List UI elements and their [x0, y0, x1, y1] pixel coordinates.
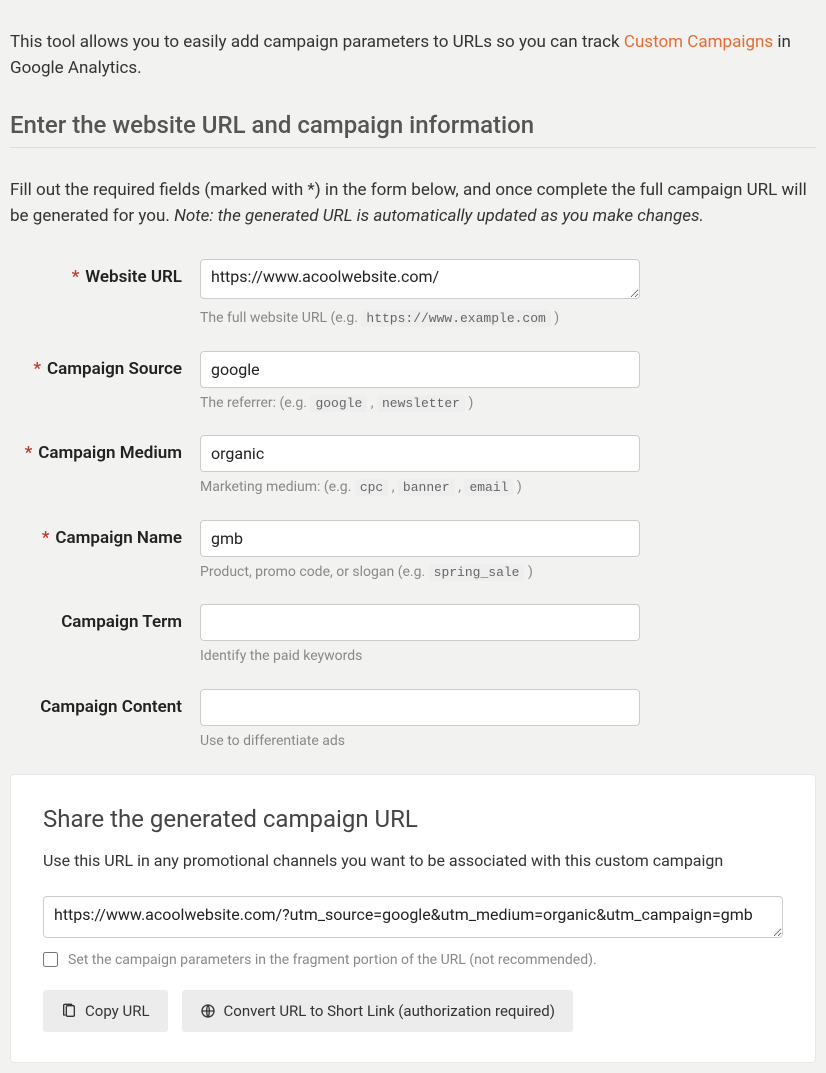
fragment-checkbox[interactable]	[43, 952, 58, 967]
term-help: Identify the paid keywords	[200, 647, 640, 667]
name-input[interactable]	[200, 520, 640, 557]
medium-help: Marketing medium: (e.g. cpc , banner , e…	[200, 478, 640, 498]
clipboard-icon	[61, 1003, 77, 1019]
divider	[10, 147, 816, 148]
generated-url-output[interactable]: https://www.acoolwebsite.com/?utm_source…	[43, 896, 783, 938]
share-panel: Share the generated campaign URL Use thi…	[10, 774, 816, 1063]
source-label: *Campaign Source	[10, 351, 200, 379]
fragment-label: Set the campaign parameters in the fragm…	[68, 952, 597, 968]
field-row-source: *Campaign Source The referrer: (e.g. goo…	[10, 351, 816, 414]
section-heading: Enter the website URL and campaign infor…	[10, 111, 816, 139]
field-row-name: *Campaign Name Product, promo code, or s…	[10, 520, 816, 583]
source-help: The referrer: (e.g. google , newsletter …	[200, 394, 640, 414]
copy-url-button[interactable]: Copy URL	[43, 990, 168, 1032]
custom-campaigns-link[interactable]: Custom Campaigns	[624, 32, 773, 52]
term-input[interactable]	[200, 604, 640, 641]
url-label: *Website URL	[10, 259, 200, 287]
content-help: Use to differentiate ads	[200, 732, 640, 752]
url-input[interactable]: https://www.acoolwebsite.com/	[200, 259, 640, 299]
field-row-term: Campaign Term Identify the paid keywords	[10, 604, 816, 667]
campaign-form: *Website URL https://www.acoolwebsite.co…	[10, 259, 816, 752]
instructions-text: Fill out the required fields (marked wit…	[10, 178, 816, 229]
name-label: *Campaign Name	[10, 520, 200, 548]
term-label: Campaign Term	[10, 604, 200, 632]
medium-input[interactable]	[200, 435, 640, 472]
field-row-medium: *Campaign Medium Marketing medium: (e.g.…	[10, 435, 816, 498]
url-help: The full website URL (e.g. https://www.e…	[200, 309, 640, 329]
field-row-content: Campaign Content Use to differentiate ad…	[10, 689, 816, 752]
share-desc: Use this URL in any promotional channels…	[43, 851, 783, 870]
link-icon	[200, 1003, 216, 1019]
source-input[interactable]	[200, 351, 640, 388]
content-label: Campaign Content	[10, 689, 200, 717]
name-help: Product, promo code, or slogan (e.g. spr…	[200, 563, 640, 583]
intro-text: This tool allows you to easily add campa…	[10, 30, 816, 81]
field-row-url: *Website URL https://www.acoolwebsite.co…	[10, 259, 816, 329]
convert-shortlink-button[interactable]: Convert URL to Short Link (authorization…	[182, 990, 573, 1032]
medium-label: *Campaign Medium	[10, 435, 200, 463]
share-heading: Share the generated campaign URL	[43, 805, 783, 833]
content-input[interactable]	[200, 689, 640, 726]
